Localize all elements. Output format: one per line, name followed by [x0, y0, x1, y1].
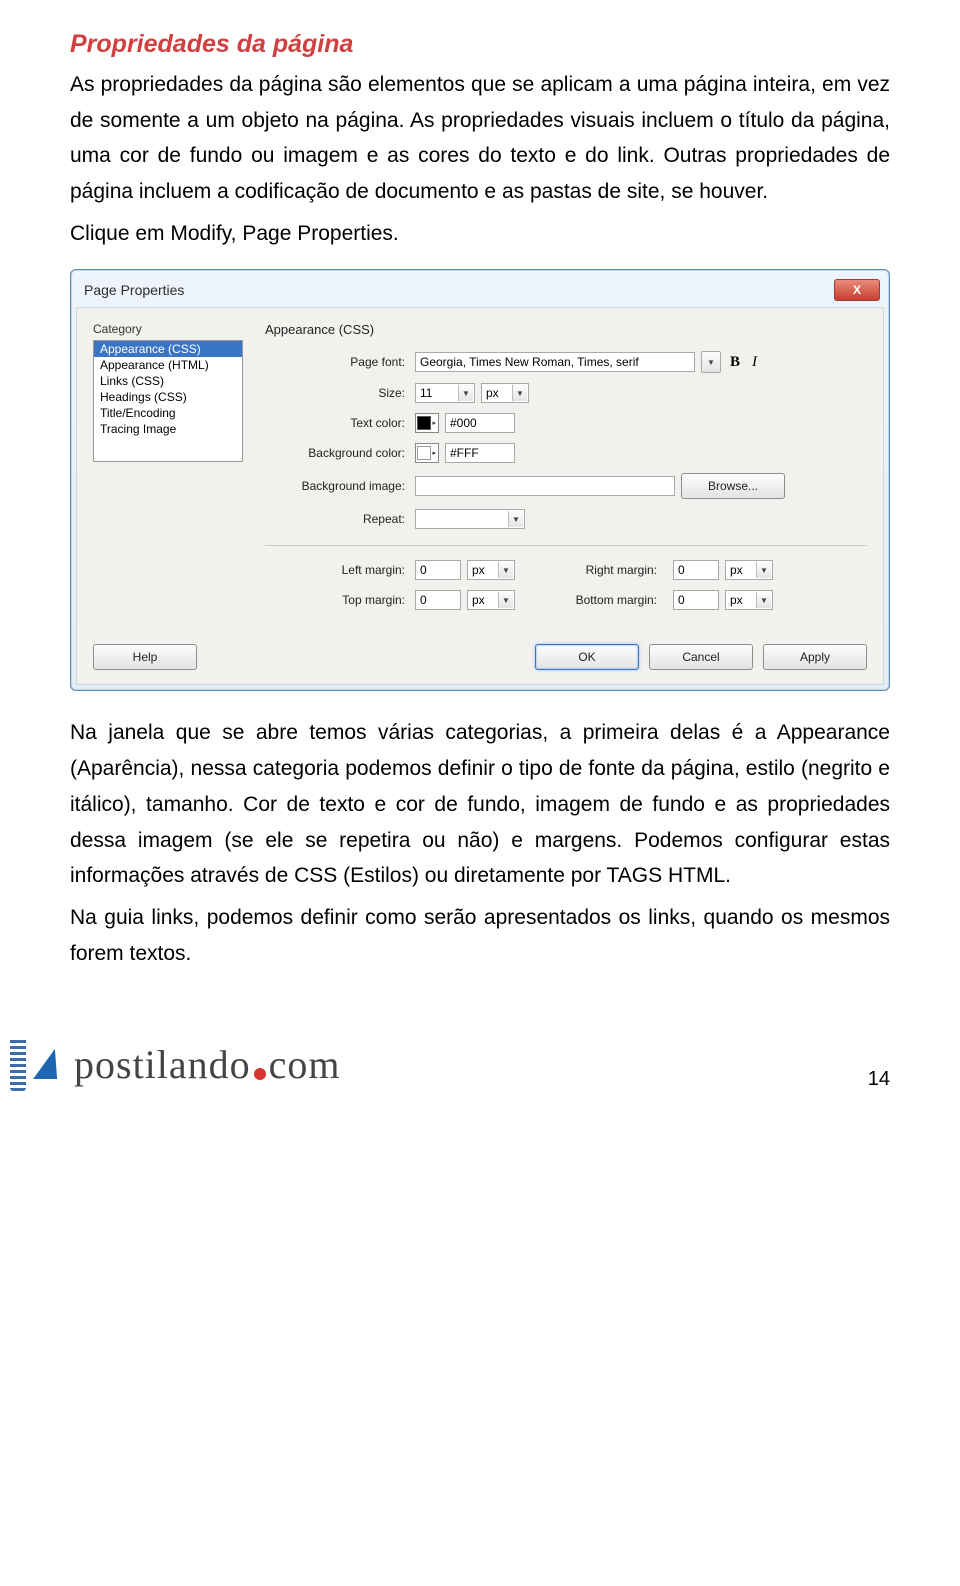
explain-paragraph-1: Na janela que se abre temos várias categ… [70, 715, 890, 893]
size-select[interactable]: 11 ▼ [415, 383, 475, 403]
bg-image-label: Background image: [265, 479, 415, 493]
text-color-swatch[interactable]: ▸ [415, 413, 439, 433]
intro-paragraph-1: As propriedades da página são elementos … [70, 67, 890, 210]
explain-paragraph-2: Na guia links, podemos definir como serã… [70, 900, 890, 971]
chevron-down-icon: ▼ [756, 562, 771, 578]
right-margin-input[interactable]: 0 [673, 560, 719, 580]
right-margin-label: Right margin: [557, 563, 667, 577]
top-margin-unit[interactable]: px▼ [467, 590, 515, 610]
bottom-margin-input[interactable]: 0 [673, 590, 719, 610]
dialog-titlebar: Page Properties X [76, 275, 884, 307]
logo-text-2: com [269, 1041, 341, 1088]
panel-title: Appearance (CSS) [265, 322, 867, 337]
browse-button[interactable]: Browse... [681, 473, 785, 499]
section-heading: Propriedades da página [70, 30, 890, 59]
chevron-down-icon: ▼ [508, 511, 523, 527]
category-item-tracing-image[interactable]: Tracing Image [94, 421, 242, 437]
bg-color-label: Background color: [265, 446, 415, 460]
page-number: 14 [868, 1068, 890, 1091]
category-label: Category [93, 322, 243, 336]
right-margin-unit[interactable]: px▼ [725, 560, 773, 580]
category-item-appearance-html[interactable]: Appearance (HTML) [94, 357, 242, 373]
page-properties-dialog: Page Properties X Category Appearance (C… [70, 269, 890, 691]
left-margin-unit[interactable]: px▼ [467, 560, 515, 580]
triangle-icon [33, 1049, 67, 1079]
category-item-appearance-css[interactable]: Appearance (CSS) [94, 341, 242, 357]
logo-text-1: postilando [74, 1041, 251, 1088]
bg-color-swatch[interactable]: ▸ [415, 443, 439, 463]
spiral-icon [10, 1037, 26, 1091]
page-font-label: Page font: [265, 355, 415, 369]
close-button[interactable]: X [834, 279, 880, 301]
chevron-down-icon: ▼ [458, 385, 473, 401]
top-margin-input[interactable]: 0 [415, 590, 461, 610]
text-color-label: Text color: [265, 416, 415, 430]
bold-toggle[interactable]: B [727, 354, 743, 371]
category-item-headings-css[interactable]: Headings (CSS) [94, 389, 242, 405]
chevron-down-icon: ▼ [512, 385, 527, 401]
italic-toggle[interactable]: I [749, 354, 760, 371]
size-unit-select[interactable]: px ▼ [481, 383, 529, 403]
chevron-down-icon: ▼ [498, 592, 513, 608]
dot-icon [254, 1068, 266, 1080]
category-item-links-css[interactable]: Links (CSS) [94, 373, 242, 389]
apply-button[interactable]: Apply [763, 644, 867, 670]
bottom-margin-label: Bottom margin: [557, 593, 667, 607]
text-color-input[interactable]: #000 [445, 413, 515, 433]
close-icon: X [853, 283, 861, 297]
ok-button[interactable]: OK [535, 644, 639, 670]
size-unit-value: px [486, 386, 499, 400]
chevron-down-icon: ▼ [756, 592, 771, 608]
size-label: Size: [265, 386, 415, 400]
bottom-margin-unit[interactable]: px▼ [725, 590, 773, 610]
postilando-logo: postilando com [10, 1037, 341, 1091]
cancel-button[interactable]: Cancel [649, 644, 753, 670]
bg-image-input[interactable] [415, 476, 675, 496]
top-margin-label: Top margin: [265, 593, 415, 607]
left-margin-label: Left margin: [265, 563, 415, 577]
page-font-value: Georgia, Times New Roman, Times, serif [420, 355, 639, 369]
repeat-select[interactable]: ▼ [415, 509, 525, 529]
category-list[interactable]: Appearance (CSS) Appearance (HTML) Links… [93, 340, 243, 462]
size-value: 11 [420, 386, 432, 400]
left-margin-input[interactable]: 0 [415, 560, 461, 580]
chevron-down-icon: ▼ [498, 562, 513, 578]
help-button[interactable]: Help [93, 644, 197, 670]
dialog-title: Page Properties [84, 282, 834, 298]
intro-paragraph-2: Clique em Modify, Page Properties. [70, 216, 890, 252]
category-item-title-encoding[interactable]: Title/Encoding [94, 405, 242, 421]
chevron-down-icon[interactable]: ▼ [701, 351, 721, 373]
repeat-label: Repeat: [265, 512, 415, 526]
section-divider [265, 545, 867, 546]
page-font-select[interactable]: Georgia, Times New Roman, Times, serif [415, 352, 695, 372]
bg-color-input[interactable]: #FFF [445, 443, 515, 463]
